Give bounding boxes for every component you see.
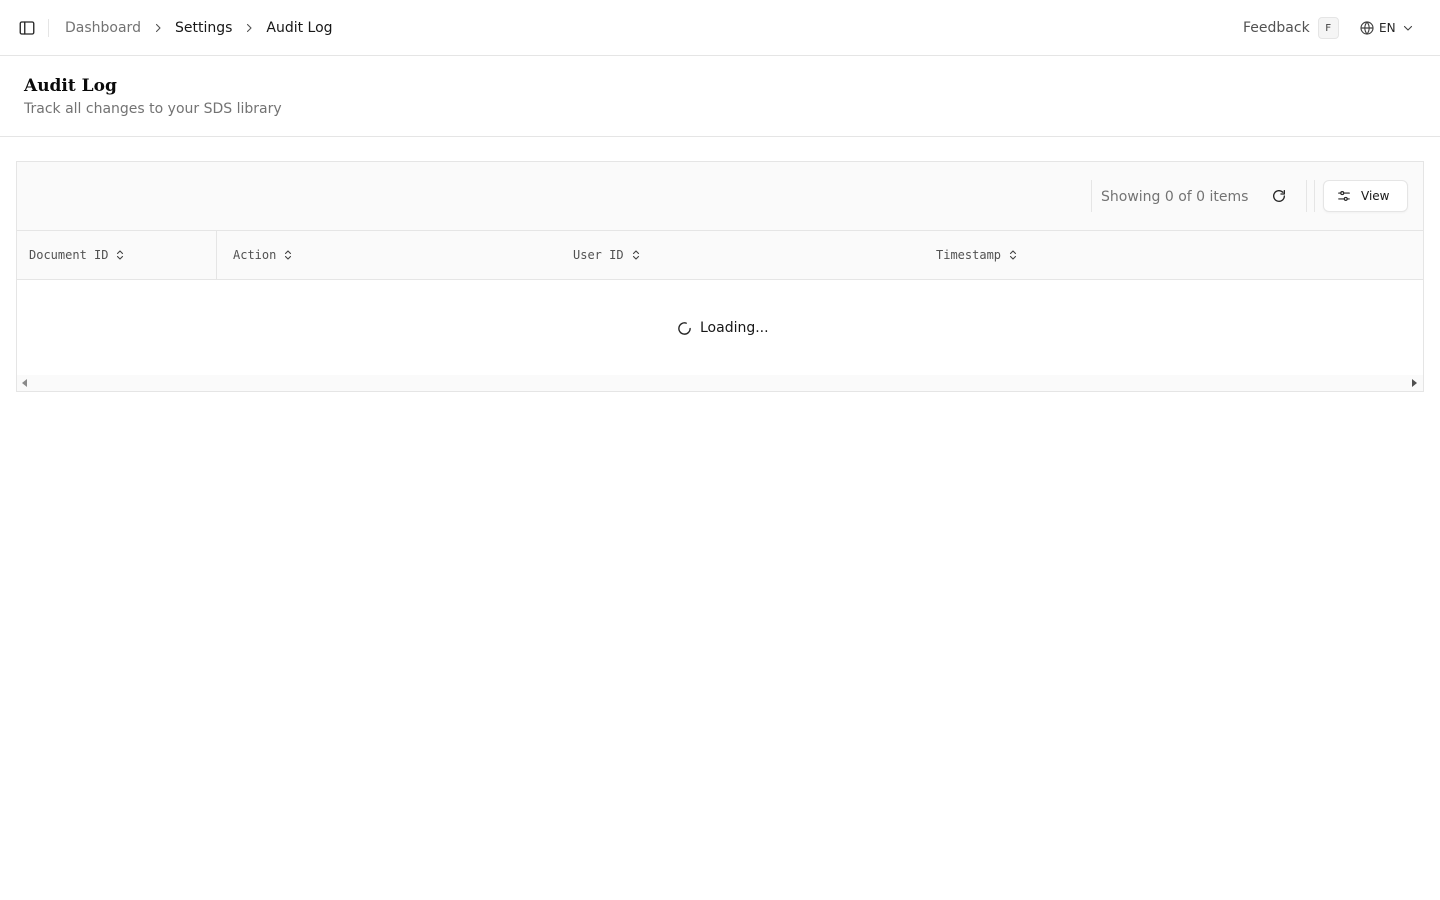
language-label: EN [1379, 21, 1396, 35]
column-header-action[interactable]: Action [233, 231, 294, 279]
column-header-document-id[interactable]: Document ID [29, 231, 126, 279]
breadcrumb-current-page: Audit Log [266, 20, 333, 36]
refresh-icon [1273, 190, 1285, 202]
spinner-icon [677, 321, 692, 336]
feedback-label: Feedback [1243, 20, 1310, 36]
view-button-label: View [1361, 189, 1390, 203]
sliders-icon [1337, 189, 1351, 203]
view-options-button[interactable]: View [1323, 180, 1408, 212]
feedback-shortcut-key: F [1317, 17, 1339, 39]
column-header-label: User ID [573, 248, 624, 262]
table-header: Document ID Action User ID Timestamp [17, 231, 1423, 280]
column-divider [216, 231, 217, 279]
chevron-right-icon [152, 22, 164, 34]
horizontal-scrollbar[interactable] [17, 375, 1423, 391]
column-header-label: Action [233, 248, 277, 262]
item-count: Showing 0 of 0 items [1101, 188, 1249, 205]
toolbar-divider [1306, 180, 1307, 212]
language-selector[interactable]: EN [1359, 17, 1414, 39]
page-subtitle: Track all changes to your SDS library [24, 101, 282, 117]
breadcrumb-settings[interactable]: Settings [175, 20, 232, 36]
chevrons-up-down-icon [282, 248, 294, 262]
chevron-down-icon [1402, 22, 1414, 34]
feedback-button[interactable]: Feedback F [1243, 16, 1339, 40]
column-header-timestamp[interactable]: Timestamp [936, 231, 1019, 279]
toolbar-divider [1314, 180, 1315, 212]
chevrons-up-down-icon [114, 248, 126, 262]
chevrons-up-down-icon [630, 248, 642, 262]
scroll-left-arrow-icon[interactable] [21, 379, 29, 387]
topbar-divider [48, 19, 49, 37]
column-header-label: Document ID [29, 248, 109, 262]
page-header: Audit Log Track all changes to your SDS … [0, 56, 1440, 137]
column-header-label: Timestamp [936, 248, 1002, 262]
toolbar-divider [1091, 180, 1092, 212]
table-toolbar: Showing 0 of 0 items View [17, 162, 1423, 231]
table-body: Loading... [17, 280, 1423, 375]
panel-left-icon [19, 21, 35, 35]
loading-indicator: Loading... [677, 318, 769, 338]
breadcrumb: Dashboard Settings Audit Log [65, 0, 333, 56]
chevron-right-icon [243, 22, 255, 34]
top-bar: Dashboard Settings Audit Log Feedback F … [0, 0, 1440, 56]
refresh-button[interactable] [1267, 184, 1291, 208]
column-header-user-id[interactable]: User ID [573, 231, 642, 279]
loading-text: Loading... [700, 320, 769, 336]
page-title: Audit Log [24, 76, 117, 96]
globe-icon [1359, 20, 1375, 36]
breadcrumb-dashboard[interactable]: Dashboard [65, 20, 141, 36]
audit-log-table: Showing 0 of 0 items View Document ID Ac… [16, 161, 1424, 392]
chevrons-up-down-icon [1007, 248, 1019, 262]
scroll-right-arrow-icon[interactable] [1410, 379, 1418, 387]
sidebar-toggle-button[interactable] [16, 17, 38, 39]
